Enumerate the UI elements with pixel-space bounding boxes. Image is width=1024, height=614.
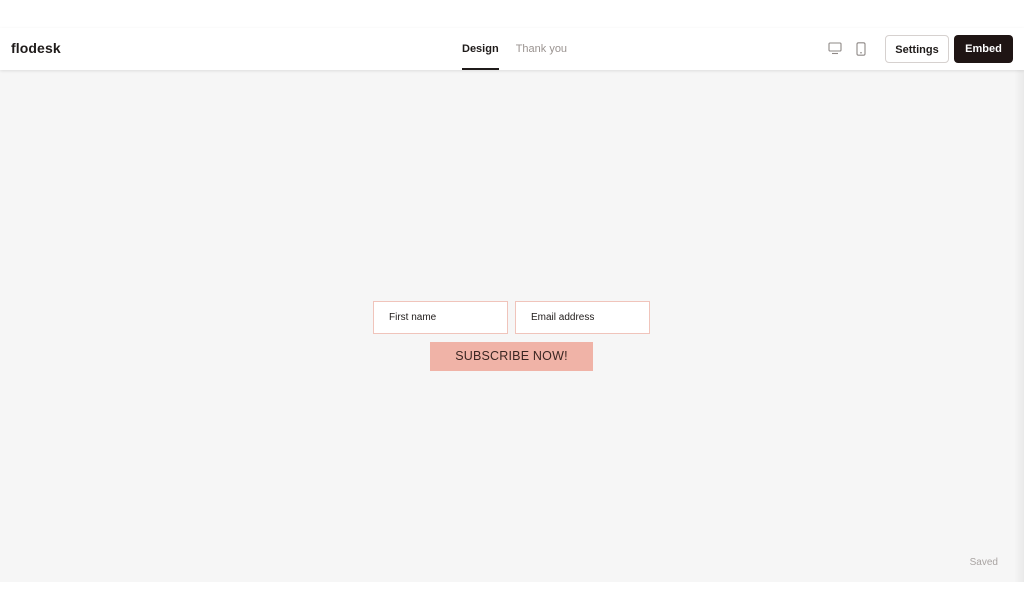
editor-tabs: Design Thank you bbox=[462, 28, 567, 70]
canvas-edge-shadow bbox=[1014, 70, 1024, 582]
flodesk-logo[interactable]: flodesk bbox=[11, 40, 61, 56]
embed-button[interactable]: Embed bbox=[954, 35, 1013, 63]
mobile-icon[interactable] bbox=[856, 42, 866, 61]
top-bar: flodesk Design Thank you Settings Embed bbox=[0, 28, 1024, 70]
saved-status: Saved bbox=[969, 557, 998, 568]
form-editor-app: flodesk Design Thank you Settings Embed … bbox=[0, 0, 1024, 614]
tab-thank-you[interactable]: Thank you bbox=[516, 28, 567, 70]
desktop-icon[interactable] bbox=[828, 42, 842, 60]
first-name-input[interactable] bbox=[373, 301, 508, 334]
tab-design[interactable]: Design bbox=[462, 28, 499, 70]
settings-button[interactable]: Settings bbox=[885, 35, 949, 63]
subscribe-button[interactable]: SUBSCRIBE NOW! bbox=[430, 342, 593, 371]
email-input[interactable] bbox=[515, 301, 650, 334]
form-canvas: SUBSCRIBE NOW! Saved bbox=[0, 70, 1024, 582]
